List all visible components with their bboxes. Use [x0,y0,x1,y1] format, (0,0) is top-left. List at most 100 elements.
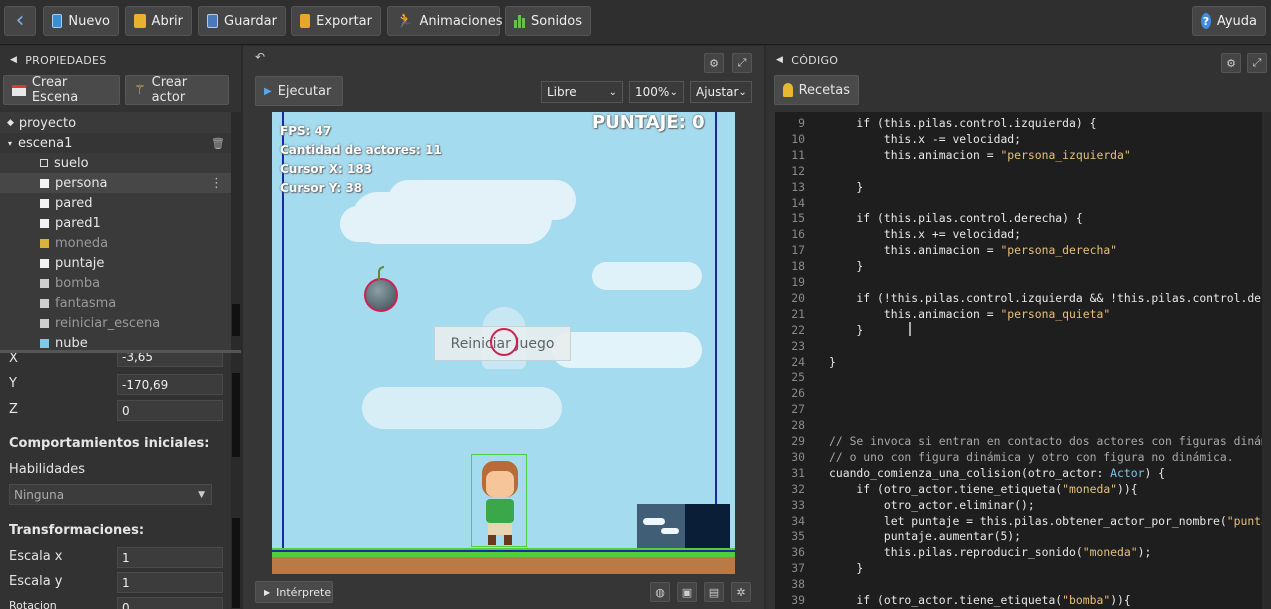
new-file-icon [52,14,63,28]
line-number: 14 [791,195,805,210]
actor-icon [40,278,49,288]
crear-escena-button[interactable]: Crear Escena [3,75,120,105]
tree-item-persona[interactable]: persona ⋮ [0,173,231,193]
actor-icon [40,258,49,268]
escala-x-label: Escala x [9,549,63,564]
bomb-sprite[interactable] [364,266,398,312]
collapse-icon[interactable]: ◀ [776,55,783,65]
play-icon: ▶ [264,85,272,97]
cursor-target-icon [490,328,518,356]
expand-icon[interactable]: ⤢ [732,53,752,73]
caret-down-icon: ▼ [198,489,205,500]
code-scrollbar[interactable] [1262,112,1271,609]
actor-icon [40,318,49,328]
escala-x-field[interactable]: 1 [117,547,223,568]
line-number: 26 [791,386,805,401]
nuevo-button[interactable]: Nuevo [43,6,119,36]
more-icon[interactable]: ⋮ [210,176,223,191]
expand-icon[interactable]: ⤢ [1247,53,1267,73]
zoom-select[interactable]: 100% ⌄ [629,81,684,103]
caret-right-icon: ▶ [264,587,271,597]
crear-actor-button[interactable]: ⚚ Crear actor [125,75,229,105]
tree-item-puntaje[interactable]: puntaje [0,253,231,273]
sonidos-button[interactable]: Sonidos [505,6,591,36]
globe-icon[interactable]: ◍ [650,582,670,602]
persona-sprite[interactable] [471,454,527,547]
line-number: 29 [791,434,805,448]
actor-icon [40,218,49,228]
coin-icon [40,238,49,248]
actor-icon [40,159,48,167]
code-line: otro_actor.eliminar(); [829,497,1035,512]
line-number: 17 [791,243,805,258]
code-editor[interactable]: 9 if (this.pilas.control.izquierda) {10 … [775,112,1271,609]
tree-item-moneda[interactable]: moneda [0,233,231,253]
line-number: 24 [791,354,805,369]
rotacion-field[interactable]: 0 [117,597,223,609]
gear-icon[interactable]: ⚙ [704,53,724,73]
collapse-icon[interactable]: ◀ [10,55,17,65]
tree-scrollbar[interactable] [231,112,241,350]
rotacion-label: Rotacion [9,599,57,609]
x-field[interactable]: -3,65 [117,353,223,367]
exportar-label: Exportar [316,13,372,29]
fps-label: FPS: 47 [280,124,332,138]
mode-select[interactable]: Libre ⌄ [541,81,623,103]
running-person-icon: 🏃 [396,13,414,29]
comportamientos-title: Comportamientos iniciales: [9,436,210,451]
game-canvas[interactable]: FPS: 47 Cantidad de actores: 11 Cursor X… [272,112,735,574]
line-number: 38 [791,577,805,592]
escala-y-field[interactable]: 1 [117,572,223,593]
ejecutar-button[interactable]: ▶ Ejecutar [255,76,343,106]
line-number: 23 [791,338,805,353]
caret-down-icon: ⌄ [669,86,678,98]
tree-item-suelo[interactable]: suelo [0,153,231,173]
tree-escena1[interactable]: ▾ escena1 🗑 [0,133,231,153]
y-label: Y [9,376,17,391]
image-icon[interactable]: ▣ [677,582,697,602]
tree-item-pared[interactable]: pared [0,193,231,213]
line-number: 22 [791,322,805,337]
back-button[interactable]: ‹ [4,6,36,36]
guardar-button[interactable]: Guardar [198,6,286,36]
tree-item-bomba[interactable]: bomba [0,273,231,293]
code-line: puntaje.aumentar(5); [829,529,1022,544]
z-field[interactable]: 0 [117,400,223,421]
undo-icon[interactable]: ↶ [255,50,265,64]
habilidades-select[interactable]: Ninguna ▼ [9,484,212,505]
recetas-button[interactable]: Recetas [774,75,859,105]
line-number: 20 [791,290,805,305]
interprete-button[interactable]: ▶ Intérprete [255,581,333,603]
settings-circle-icon[interactable]: ✲ [731,582,751,602]
fields-scrollbar[interactable] [231,353,241,609]
picture-icon[interactable]: ▤ [704,582,724,602]
tree-proyecto[interactable]: ◆ proyecto [0,113,231,133]
line-number: 32 [791,481,805,496]
cloud-sprite [362,387,562,429]
ayuda-button[interactable]: ? Ayuda [1192,6,1266,36]
gear-icon[interactable]: ⚙ [1221,53,1241,73]
line-number: 19 [791,275,805,289]
abrir-button[interactable]: Abrir [125,6,192,36]
tree-item-fantasma[interactable]: fantasma [0,293,231,313]
animaciones-label: Animaciones [419,13,503,29]
suelo-sprite [272,548,735,574]
line-number: 15 [791,211,805,226]
y-field[interactable]: -170,69 [117,374,223,395]
animaciones-button[interactable]: 🏃 Animaciones [387,6,503,36]
tree-item-reiniciar-escena[interactable]: reiniciar_escena [0,313,231,333]
trash-icon[interactable]: 🗑 [211,137,225,150]
folder-icon [134,14,146,28]
code-line: this.pilas.reproducir_sonido("moneda"); [829,545,1152,560]
fit-select[interactable]: Ajustar ⌄ [690,81,752,103]
code-line: this.animacion = "persona_derecha" [829,243,1118,258]
exportar-button[interactable]: Exportar [291,6,381,36]
line-number: 11 [791,147,805,162]
habilidades-label: Habilidades [9,462,86,477]
cursor-y-label: Cursor Y: 38 [280,181,363,195]
actor-icon [40,178,49,188]
chef-hat-icon [783,83,793,97]
cloud-sprite [552,332,702,368]
stage-panel: ↶ ⚙ ⤢ ▶ Ejecutar Libre ⌄ 100% ⌄ Ajustar ⌄ F… [243,46,764,609]
tree-item-pared1[interactable]: pared1 [0,213,231,233]
